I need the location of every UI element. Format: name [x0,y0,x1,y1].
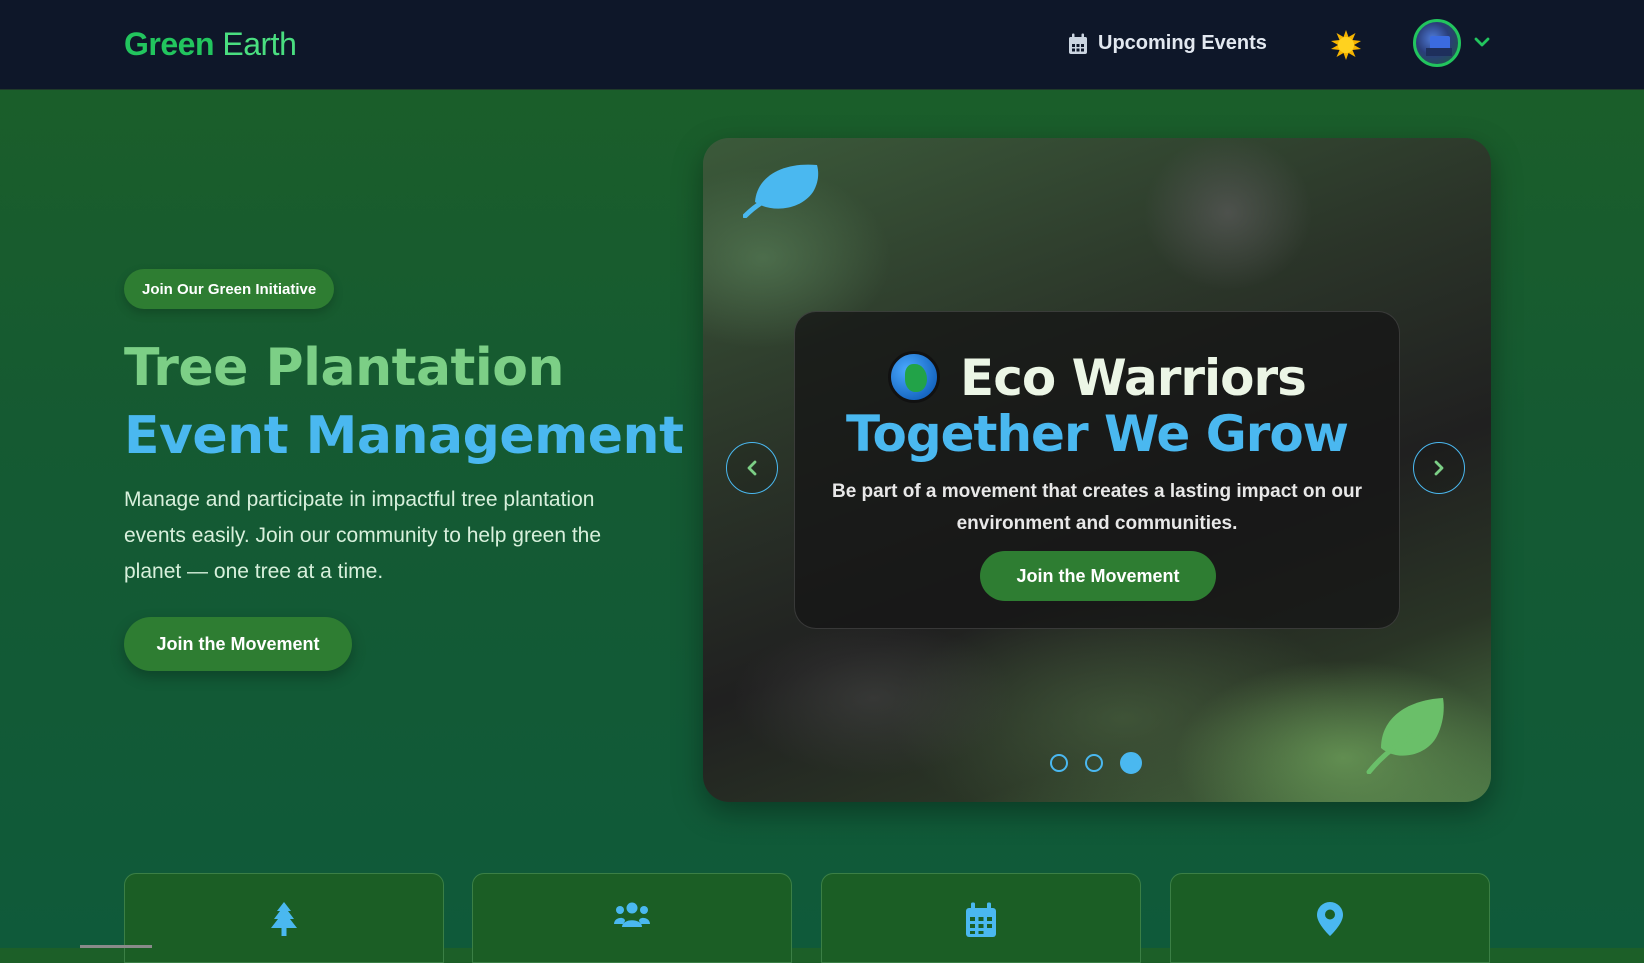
hero-title-line1: Tree Plantation [124,338,564,398]
globe-icon [888,351,941,403]
slide-join-movement-button[interactable]: Join the Movement [980,551,1216,601]
hero-title-line2: Event Management [124,406,684,466]
calendar-icon [966,902,996,937]
feature-card-locations[interactable] [1170,873,1490,963]
next-slide-button[interactable] [1413,442,1465,494]
join-movement-button[interactable]: Join the Movement [124,617,352,671]
logo-bold-text: Green [124,26,214,62]
feature-card-community[interactable] [472,873,792,963]
sun-icon[interactable] [1331,30,1361,60]
upcoming-events-link[interactable]: Upcoming Events [1068,32,1267,55]
prev-slide-button[interactable] [726,442,778,494]
tree-icon [271,902,297,936]
initiative-badge: Join Our Green Initiative [124,269,335,309]
hero-description: Manage and participate in impactful tree… [124,488,602,583]
logo[interactable]: Green Earth [124,26,297,63]
hero-title: Tree Plantation Event Management [124,334,684,470]
map-pin-icon [1317,902,1343,936]
slide-text: Be part of a movement that creates a las… [831,481,1362,534]
users-icon [614,902,650,927]
logo-light-text: Earth [222,26,297,62]
carousel-dot-active[interactable] [1120,752,1142,774]
slide-title-line1: Eco Warriors [795,350,1399,406]
avatar-image-detail [1426,48,1452,56]
chevron-left-icon [747,460,757,476]
top-navbar: Green Earth Upcoming Events [0,0,1644,90]
carousel-dot[interactable] [1085,754,1103,772]
slide-title-line2: Together We Grow [846,405,1349,463]
feature-card-events[interactable] [821,873,1141,963]
leaf-icon [743,164,819,218]
slide-title: Eco Warriors Together We Grow [795,350,1399,462]
carousel-dots [1050,752,1142,774]
chevron-down-icon[interactable] [1474,36,1490,48]
avatar[interactable] [1413,19,1461,67]
upcoming-events-label: Upcoming Events [1098,32,1267,54]
carousel-dot[interactable] [1050,754,1068,772]
hero-carousel: Eco Warriors Together We Grow Be part of… [703,138,1491,802]
calendar-icon [1069,33,1087,54]
feature-card-trees[interactable] [124,873,444,963]
slide-title-line1-text: Eco Warriors [960,349,1307,407]
leaf-icon [1366,698,1444,774]
slide-content-card: Eco Warriors Together We Grow Be part of… [794,311,1400,629]
chevron-right-icon [1434,460,1444,476]
